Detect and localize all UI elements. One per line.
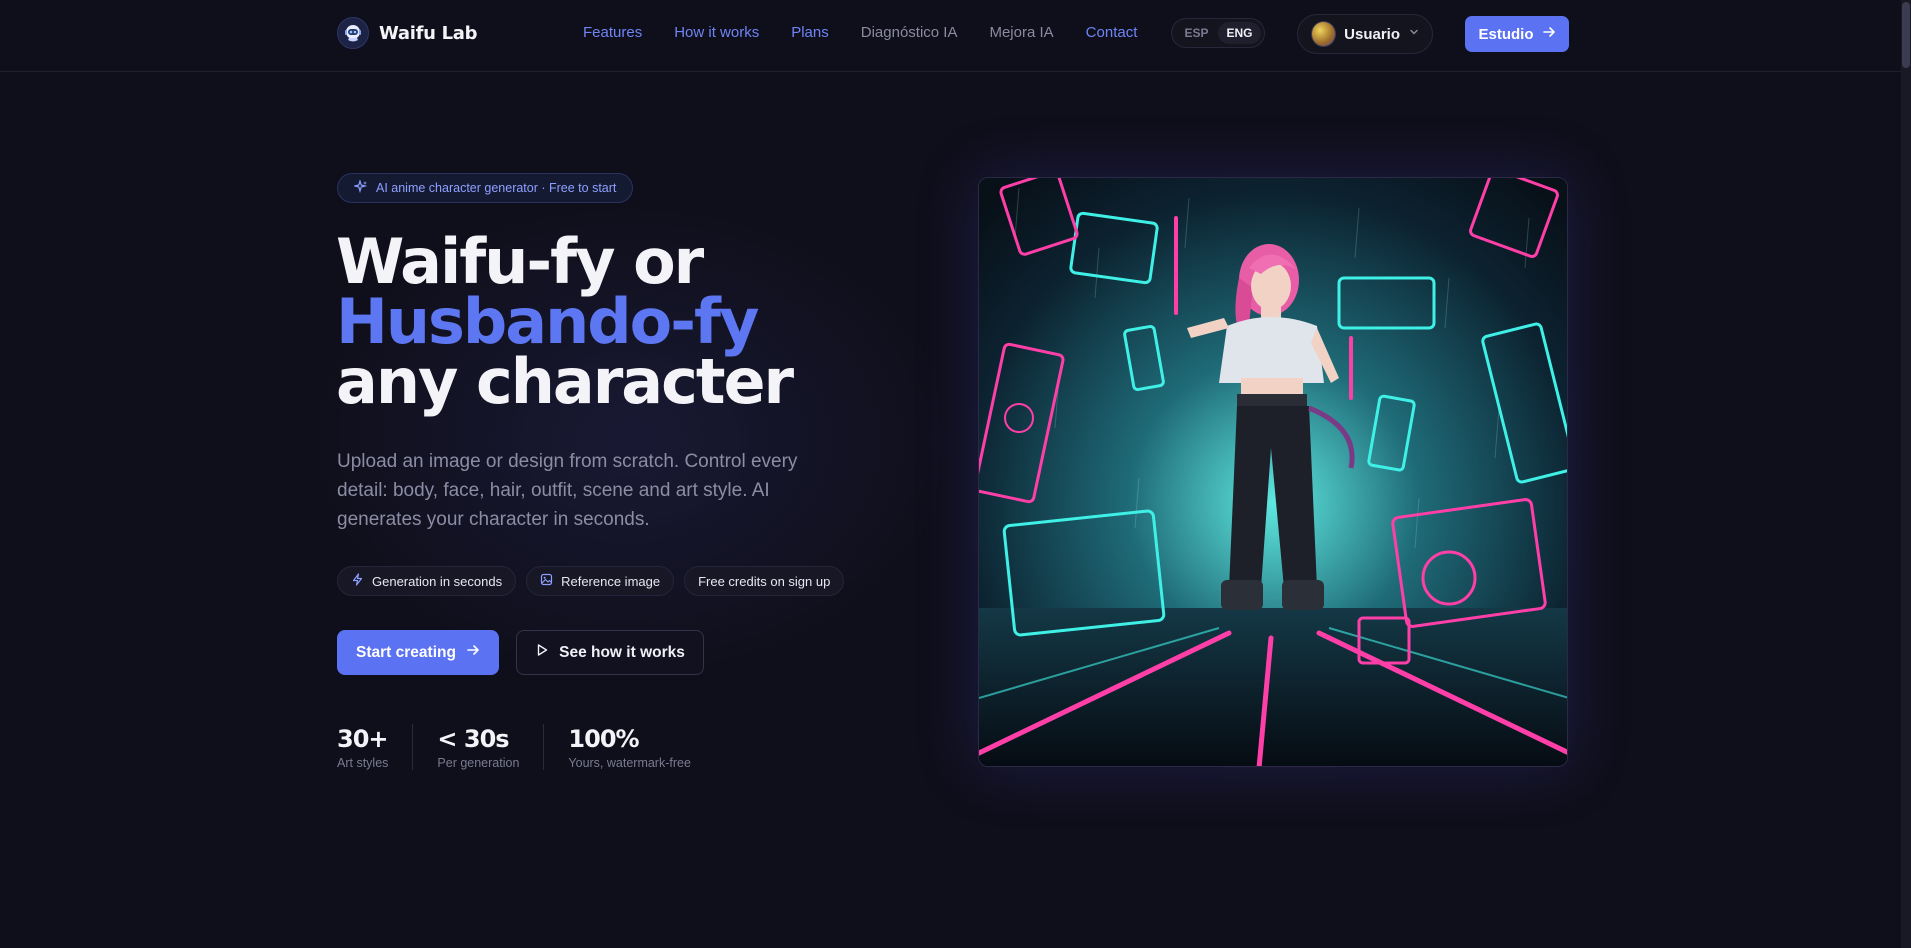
feature-chip-credits: Free credits on sign up — [684, 566, 845, 596]
stat-value: 30+ — [337, 725, 389, 753]
hero-description: Upload an image or design from scratch. … — [337, 451, 798, 530]
studio-button-label: Estudio — [1478, 25, 1534, 43]
hero-character-image — [978, 177, 1568, 767]
stat-ownership: 100% Yours, watermark-free — [568, 724, 715, 770]
arrow-right-icon — [1542, 25, 1556, 43]
feature-chip-generation: Generation in seconds — [337, 566, 517, 596]
headline-line-3: any character — [336, 345, 794, 418]
nav-link-how-it-works[interactable]: How it works — [674, 24, 759, 41]
stat-label: Yours, watermark-free — [568, 756, 691, 770]
start-creating-button[interactable]: Start creating — [337, 630, 499, 675]
nav-link-mejora-ia[interactable]: Mejora IA — [989, 24, 1053, 41]
avatar — [1311, 21, 1337, 47]
nav-link-contact[interactable]: Contact — [1086, 24, 1138, 41]
robot-mascot-icon — [337, 17, 369, 49]
feature-chip-reference: Reference image — [526, 566, 675, 596]
language-toggle: ESP ENG — [1171, 18, 1265, 48]
hero-badge-label: AI anime character generator · Free to s… — [376, 181, 617, 195]
nav-link-diagnostico-ia[interactable]: Diagnóstico IA — [861, 24, 958, 41]
headline-line-2: Husbando-fy — [336, 285, 759, 358]
feature-chips: Generation in seconds Reference image Fr… — [337, 566, 845, 596]
stat-value: < 30s — [437, 725, 509, 753]
hero-stats: 30+ Art styles < 30s Per generation 100%… — [337, 724, 739, 770]
hero-actions: Start creating See how it works — [337, 630, 704, 675]
start-creating-label: Start creating — [356, 643, 456, 661]
stat-label: Art styles — [337, 756, 389, 770]
main-nav: Features How it works Plans Diagnóstico … — [583, 24, 1137, 41]
top-navbar: Waifu Lab Features How it works Plans Di… — [0, 0, 1911, 72]
stat-label: Per generation — [437, 756, 520, 770]
language-option-esp[interactable]: ESP — [1175, 22, 1218, 44]
feature-chip-label: Reference image — [561, 573, 661, 589]
see-how-it-works-button[interactable]: See how it works — [516, 630, 704, 675]
page-scrollbar[interactable] — [1901, 0, 1911, 948]
studio-button[interactable]: Estudio — [1465, 16, 1569, 52]
hero-badge: AI anime character generator · Free to s… — [337, 173, 634, 203]
stat-generation-time: < 30s Per generation — [437, 724, 545, 770]
sparkles-icon — [352, 178, 368, 197]
feature-chip-label: Generation in seconds — [372, 573, 503, 589]
headline-line-1: Waifu-fy or — [336, 225, 704, 298]
stat-value: 100% — [568, 725, 639, 753]
user-name: Usuario — [1344, 25, 1400, 43]
scrollbar-thumb[interactable] — [1902, 2, 1910, 68]
see-how-it-works-label: See how it works — [559, 643, 685, 661]
feature-chip-label: Free credits on sign up — [698, 573, 831, 589]
brand-logo[interactable]: Waifu Lab — [337, 17, 478, 49]
chevron-down-icon — [1408, 25, 1420, 43]
lightning-icon — [351, 573, 364, 589]
arrow-right-icon — [466, 643, 480, 662]
image-icon — [540, 573, 553, 589]
nav-link-features[interactable]: Features — [583, 24, 642, 41]
stat-art-styles: 30+ Art styles — [337, 724, 414, 770]
play-icon — [535, 643, 549, 662]
user-menu-button[interactable]: Usuario — [1297, 14, 1433, 54]
nav-link-plans[interactable]: Plans — [791, 24, 829, 41]
brand-name: Waifu Lab — [379, 22, 478, 44]
language-option-eng[interactable]: ENG — [1218, 22, 1261, 44]
hero-headline: Waifu-fy or Husbando-fy any character — [336, 225, 794, 418]
